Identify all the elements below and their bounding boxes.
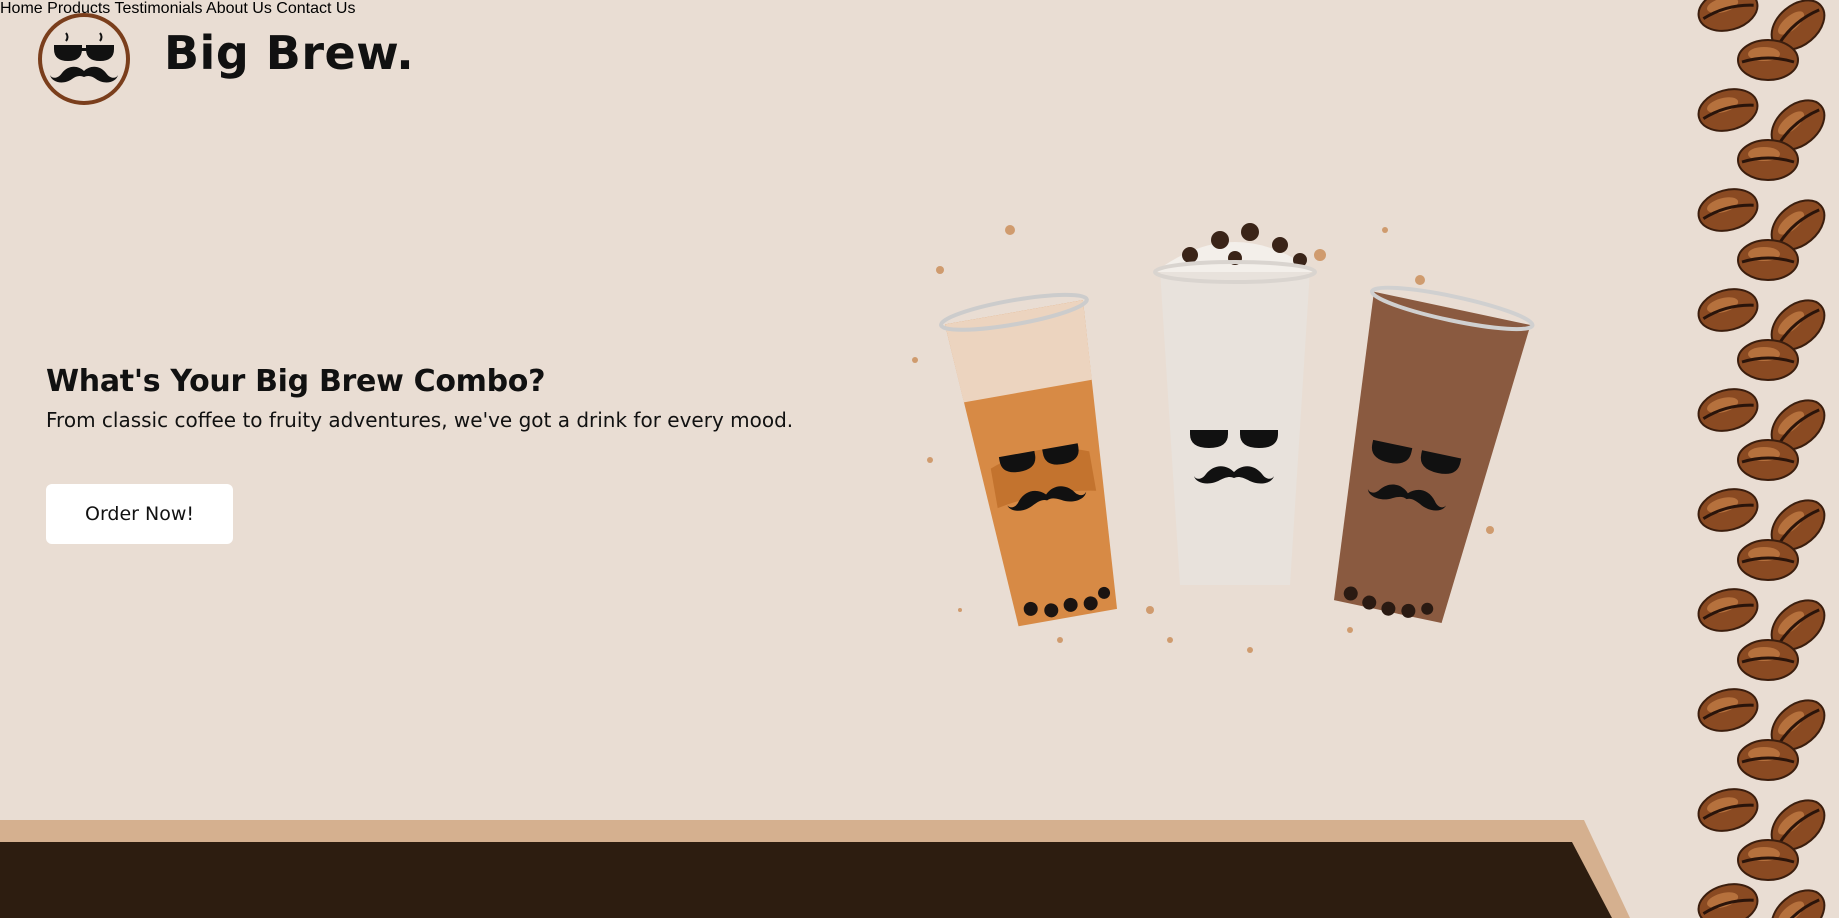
hero-title: What's Your Big Brew Combo? [46, 364, 546, 399]
nav-testimonials[interactable]: Testimonials [114, 0, 202, 17]
nav-contact-us[interactable]: Contact Us [276, 0, 355, 17]
drinks-illustration [912, 223, 1535, 653]
nav-about-us[interactable]: About Us [206, 0, 272, 17]
nav-home[interactable]: Home [0, 0, 43, 17]
main-nav: Home Products Testimonials About Us Cont… [0, 0, 1839, 18]
caramel-drink-cup [939, 292, 1118, 627]
cookies-cream-drink-cup [1153, 223, 1317, 585]
chocolate-drink-cup [1333, 285, 1535, 624]
hero-subtitle: From classic coffee to fruity adventures… [46, 408, 794, 432]
order-now-button[interactable]: Order Now! [46, 484, 233, 544]
brand-name[interactable]: Big Brew. [164, 26, 414, 80]
brand-logo[interactable] [38, 13, 130, 105]
landing-page: Big Brew. Home Products Testimonials Abo… [0, 0, 1839, 918]
coffee-beans-border [1692, 0, 1836, 918]
bean-pattern [1692, 0, 1836, 918]
mustache-cups-icon [50, 32, 118, 83]
bottom-band [0, 820, 1630, 918]
